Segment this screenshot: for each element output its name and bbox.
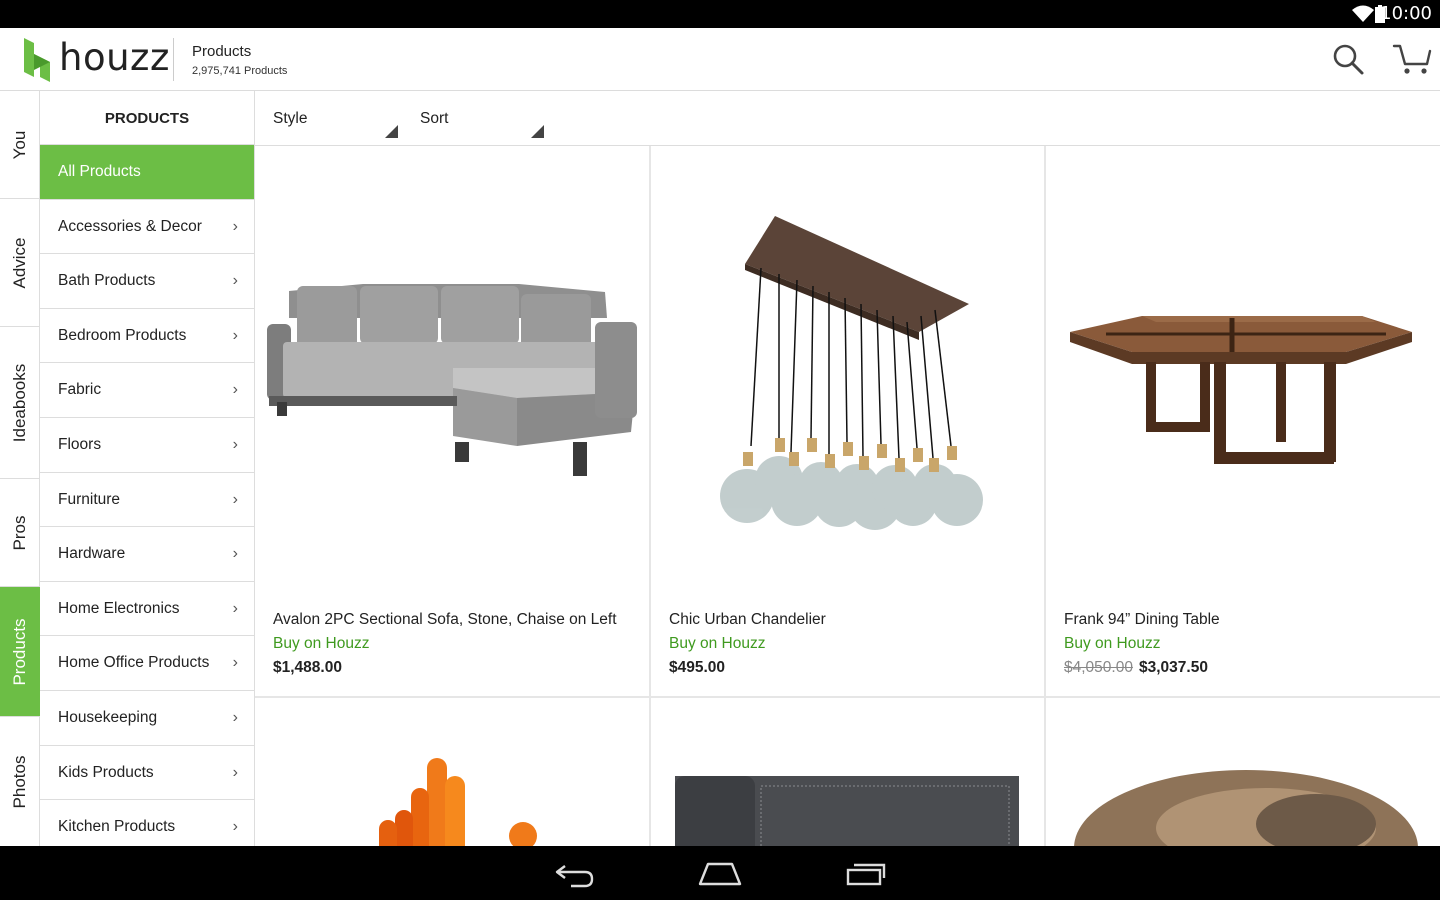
sort-dropdown[interactable]: Sort [420,91,545,146]
category-all-products[interactable]: All Products [40,145,254,200]
clock: 10:00 [1380,3,1432,24]
product-price: $1,488.00 [273,659,342,676]
product-image [1070,316,1412,464]
product-card[interactable] [651,698,1044,846]
wifi-icon [1352,5,1374,22]
category-header: PRODUCTS [40,91,254,145]
buy-on-houzz-link[interactable]: Buy on Houzz [669,635,766,653]
category-bath-products[interactable]: Bath Products › [40,254,254,309]
product-card[interactable]: Chic Urban Chandelier Buy on Houzz $495.… [651,146,1044,696]
recent-apps-icon[interactable] [844,860,888,888]
product-price: $495.00 [669,659,726,676]
chevron-right-icon: › [232,272,238,290]
style-filter-dropdown[interactable]: Style [273,91,403,146]
product-card[interactable]: Frank 94” Dining Table Buy on Houzz $4,0… [1046,146,1440,696]
chevron-right-icon: › [232,654,238,672]
chevron-right-icon: › [232,708,238,726]
product-card[interactable] [255,698,649,846]
category-home-electronics[interactable]: Home Electronics › [40,582,254,637]
app-bar: houzz Products 2,975,741 Products [0,28,1440,91]
product-card[interactable]: Avalon 2PC Sectional Sofa, Stone, Chaise… [255,146,649,696]
chevron-right-icon: › [232,763,238,781]
chevron-right-icon: › [232,326,238,344]
status-bar: 10:00 [0,0,1440,28]
category-fabric[interactable]: Fabric › [40,363,254,418]
product-image [267,284,637,476]
category-bedroom-products[interactable]: Bedroom Products › [40,309,254,364]
buy-on-houzz-link[interactable]: Buy on Houzz [273,635,370,653]
buy-on-houzz-link[interactable]: Buy on Houzz [1064,635,1161,653]
original-price: $4,050.00 [1064,659,1133,676]
category-furniture[interactable]: Furniture › [40,473,254,528]
category-floors[interactable]: Floors › [40,418,254,473]
rail-item-you[interactable]: You [0,91,40,199]
product-image [675,776,1019,846]
category-housekeeping[interactable]: Housekeeping › [40,691,254,746]
section-rail: You Advice Ideabooks Pros Products Photo… [0,91,40,846]
chevron-right-icon: › [232,599,238,617]
houzz-logo[interactable]: houzz [22,36,170,82]
product-grid: Avalon 2PC Sectional Sofa, Stone, Chaise… [255,146,1440,846]
chevron-right-icon: › [232,381,238,399]
logo-wordmark: houzz [59,36,170,79]
chevron-right-icon: › [232,490,238,508]
product-image [379,758,537,846]
system-nav-bar [0,846,1440,900]
back-icon[interactable] [555,860,595,888]
rail-item-photos[interactable]: Photos [0,717,40,846]
houzz-logo-icon [24,38,50,82]
category-kitchen-products[interactable]: Kitchen Products › [40,800,254,846]
search-icon[interactable] [1331,42,1365,76]
chevron-right-icon: › [232,545,238,563]
rail-item-advice[interactable]: Advice [0,199,40,327]
product-name: Avalon 2PC Sectional Sofa, Stone, Chaise… [273,611,617,628]
cart-icon[interactable] [1392,42,1432,76]
category-list: PRODUCTS All Products Accessories & Deco… [40,91,255,846]
home-icon[interactable] [698,860,742,888]
chevron-right-icon: › [232,217,238,235]
product-card[interactable] [1046,698,1440,846]
category-kids-products[interactable]: Kids Products › [40,746,254,801]
product-name: Frank 94” Dining Table [1064,611,1220,628]
product-image [1074,770,1418,846]
filter-bar: Style Sort [255,91,1440,146]
chevron-right-icon: › [232,818,238,836]
rail-item-pros[interactable]: Pros [0,479,40,587]
rail-item-products[interactable]: Products [0,587,40,717]
product-count: 2,975,741 Products [192,65,288,77]
dropdown-arrow-icon [385,125,398,138]
rail-item-ideabooks[interactable]: Ideabooks [0,327,40,479]
page-title: Products [192,43,252,60]
sale-price: $3,037.50 [1139,659,1208,676]
dropdown-arrow-icon [531,125,544,138]
category-accessories-decor[interactable]: Accessories & Decor › [40,200,254,255]
divider [173,38,174,81]
product-name: Chic Urban Chandelier [669,611,826,628]
chevron-right-icon: › [232,435,238,453]
category-home-office-products[interactable]: Home Office Products › [40,636,254,691]
product-image [720,216,983,530]
category-hardware[interactable]: Hardware › [40,527,254,582]
